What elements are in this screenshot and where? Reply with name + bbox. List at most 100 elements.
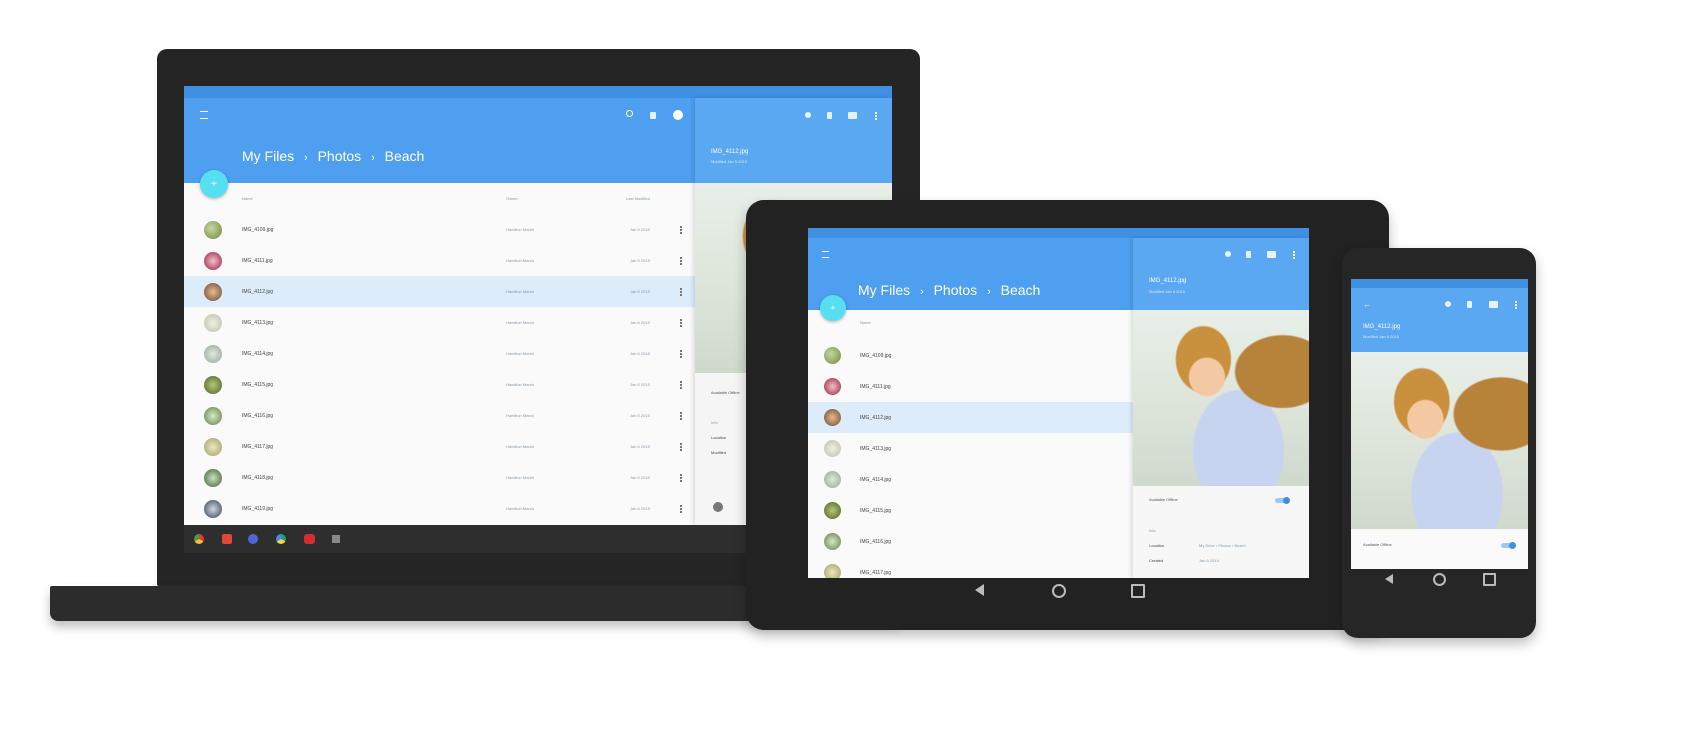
table-row[interactable]: IMG_4118.jpg Hamilton Marsh Jan 6 2015 (184, 462, 695, 493)
avatar[interactable] (673, 110, 683, 120)
trash-icon[interactable] (650, 112, 656, 119)
more-vert-icon[interactable] (680, 412, 682, 420)
table-row[interactable]: IMG_4115.jpg Hamilton Marsh Jan 6 2015 (184, 369, 695, 400)
folder-move-icon[interactable] (1267, 251, 1276, 258)
menu-icon[interactable] (822, 251, 829, 258)
share-icon[interactable] (1225, 251, 1231, 257)
file-thumbnail (824, 347, 841, 364)
share-icon[interactable] (1445, 301, 1451, 307)
file-thumbnail (824, 502, 841, 519)
more-vert-icon[interactable] (680, 474, 682, 482)
file-name: IMG_4117.jpg (242, 444, 274, 450)
detail-file-name: IMG_4112.jpg (1149, 278, 1187, 284)
info-label: Info (711, 420, 718, 425)
search-icon[interactable] (626, 110, 633, 117)
more-vert-icon[interactable] (680, 350, 682, 358)
file-thumbnail (204, 283, 222, 301)
breadcrumb-photos[interactable]: Photos (318, 148, 362, 164)
table-row[interactable]: IMG_4114.jpg Hamilton Marsh Jan 6 2015 (184, 338, 695, 369)
breadcrumb-separator: › (304, 152, 308, 164)
back-nav-button[interactable] (975, 584, 984, 596)
file-thumbnail (204, 500, 222, 518)
back-nav-button[interactable] (1385, 574, 1393, 584)
drive-app-icon[interactable] (276, 534, 286, 544)
breadcrumb-current[interactable]: Beach (1001, 282, 1041, 298)
offline-toggle[interactable] (1501, 542, 1516, 549)
list-item[interactable]: IMG_4116.jpg (808, 526, 1133, 557)
fab-add-button[interactable]: + (820, 295, 846, 321)
file-thumbnail (204, 252, 222, 270)
more-vert-icon[interactable] (1293, 251, 1295, 259)
list-item[interactable]: IMG_4117.jpg (808, 557, 1133, 578)
table-row[interactable]: IMG_4117.jpg Hamilton Marsh Jan 6 2015 (184, 431, 695, 462)
more-vert-icon[interactable] (680, 319, 682, 327)
list-item-selected[interactable]: IMG_4112.jpg (808, 402, 1133, 433)
more-vert-icon[interactable] (680, 381, 682, 389)
file-name: IMG_4116.jpg (242, 413, 274, 419)
home-nav-button[interactable] (1433, 573, 1446, 586)
file-thumbnail (204, 376, 222, 394)
file-thumbnail (204, 469, 222, 487)
breadcrumb-root[interactable]: My Files (242, 148, 294, 164)
list-item[interactable]: IMG_4109.jpg (808, 340, 1133, 371)
breadcrumb-photos[interactable]: Photos (934, 282, 978, 298)
trash-icon[interactable] (1246, 251, 1251, 258)
trash-icon[interactable] (1467, 301, 1472, 308)
file-date: Jan 6 2015 (630, 382, 650, 387)
offline-toggle[interactable] (1275, 497, 1290, 504)
table-row[interactable]: IMG_4116.jpg Hamilton Marsh Jan 6 2015 (184, 400, 695, 431)
folder-move-icon[interactable] (848, 112, 857, 119)
docs-app-icon[interactable] (248, 534, 258, 544)
file-name: IMG_4109.jpg (860, 353, 892, 359)
list-item[interactable]: IMG_4115.jpg (808, 495, 1133, 526)
file-name: IMG_4114.jpg (242, 351, 274, 357)
table-row[interactable]: IMG_4109.jpg Hamilton Marsh Jan 5 2015 (184, 214, 695, 245)
youtube-app-icon[interactable] (304, 534, 315, 544)
menu-icon[interactable] (200, 111, 208, 119)
more-vert-icon[interactable] (1515, 301, 1517, 309)
home-nav-button[interactable] (1052, 584, 1066, 598)
file-thumbnail (204, 345, 222, 363)
breadcrumb-root[interactable]: My Files (858, 282, 910, 298)
list-item[interactable]: IMG_4113.jpg (808, 433, 1133, 464)
gmail-app-icon[interactable] (222, 534, 232, 544)
trash-icon[interactable] (827, 112, 832, 119)
more-vert-icon[interactable] (680, 226, 682, 234)
file-name: IMG_4115.jpg (242, 382, 274, 388)
column-name[interactable]: Name (860, 320, 871, 325)
offline-label: Available Offline (1363, 542, 1392, 547)
breadcrumb-current[interactable]: Beach (385, 148, 425, 164)
chrome-app-icon[interactable] (194, 534, 204, 544)
fab-add-button[interactable]: + (200, 170, 228, 198)
table-row-selected[interactable]: IMG_4112.jpg Hamilton Marsh Jan 5 2015 (184, 276, 695, 307)
file-date: Jan 5 2015 (630, 289, 650, 294)
breadcrumb: My Files › Photos › Beach (242, 148, 424, 164)
more-vert-icon[interactable] (875, 112, 877, 120)
apps-launcher-icon[interactable] (332, 535, 340, 543)
list-item[interactable]: IMG_4111.jpg (808, 371, 1133, 402)
table-row[interactable]: IMG_4111.jpg Hamilton Marsh Jan 5 2015 (184, 245, 695, 276)
recents-nav-button[interactable] (1131, 584, 1145, 598)
column-owner[interactable]: Owner (506, 196, 518, 201)
location-value[interactable]: My Drive › Photos › Beach (1199, 543, 1246, 548)
table-row[interactable]: IMG_4119.jpg Hamilton Marsh Jan 6 2015 (184, 493, 695, 524)
file-thumbnail (204, 438, 222, 456)
folder-move-icon[interactable] (1489, 301, 1498, 308)
share-icon[interactable] (805, 112, 811, 118)
file-owner: Hamilton Marsh (506, 444, 535, 449)
more-vert-icon[interactable] (680, 257, 682, 265)
file-owner: Hamilton Marsh (506, 506, 535, 511)
system-bar (808, 228, 1309, 238)
detail-header: IMG_4112.jpg Modified Jan 5 2015 (695, 98, 892, 183)
file-thumbnail (824, 471, 841, 488)
list-item[interactable]: IMG_4114.jpg (808, 464, 1133, 495)
more-vert-icon[interactable] (680, 505, 682, 513)
more-vert-icon[interactable] (680, 288, 682, 296)
column-modified[interactable]: Last Modified (626, 196, 650, 201)
column-name[interactable]: Name (242, 196, 253, 201)
recents-nav-button[interactable] (1483, 573, 1496, 586)
back-arrow-icon[interactable]: ← (1363, 300, 1371, 309)
more-vert-icon[interactable] (680, 443, 682, 451)
app-bar: My Files › Photos › Beach (808, 238, 1133, 310)
table-row[interactable]: IMG_4113.jpg Hamilton Marsh Jan 6 2015 (184, 307, 695, 338)
